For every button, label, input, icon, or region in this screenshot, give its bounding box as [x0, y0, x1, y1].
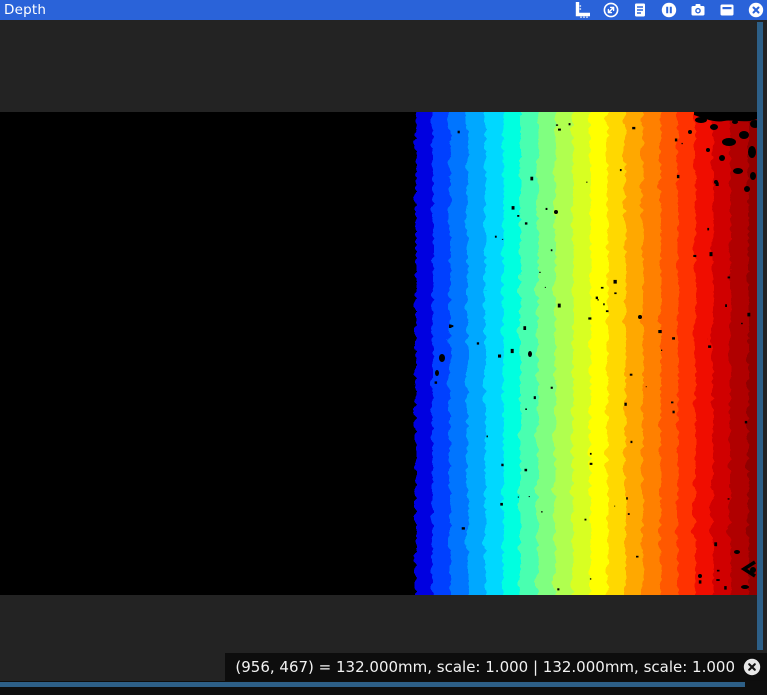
close-button[interactable]	[748, 2, 764, 18]
depth-colormap-region	[413, 112, 757, 595]
titlebar-toolbar	[574, 2, 767, 18]
close-icon	[743, 658, 761, 676]
close-icon	[748, 2, 764, 18]
stream-viewport: (956, 467) = 132.000mm, scale: 1.000 | 1…	[0, 20, 767, 681]
pixel-readout: (956, 467) = 132.000mm, scale: 1.000 | 1…	[235, 658, 735, 676]
snapshot-button[interactable]	[690, 2, 706, 18]
zoom-expand-icon	[603, 2, 619, 18]
zoom-button[interactable]	[603, 2, 619, 18]
depth-stream-panel: Depth	[0, 0, 767, 695]
footer	[0, 681, 767, 695]
camera-icon	[690, 2, 706, 18]
maximize-button[interactable]	[719, 2, 735, 18]
vertical-scrollbar[interactable]	[757, 22, 763, 650]
pause-button[interactable]	[661, 2, 677, 18]
depth-image[interactable]	[0, 112, 757, 595]
panel-title: Depth	[0, 0, 46, 20]
statusbar-close-button[interactable]	[743, 658, 761, 676]
list-icon	[632, 2, 648, 18]
pause-icon	[661, 2, 677, 18]
window-icon	[719, 2, 735, 18]
horizontal-scrollbar[interactable]	[0, 682, 745, 687]
ruler-icon	[574, 2, 590, 18]
measure-button[interactable]	[574, 2, 590, 18]
statusbar: (956, 467) = 132.000mm, scale: 1.000 | 1…	[225, 653, 767, 681]
metadata-button[interactable]	[632, 2, 648, 18]
titlebar[interactable]: Depth	[0, 0, 767, 20]
